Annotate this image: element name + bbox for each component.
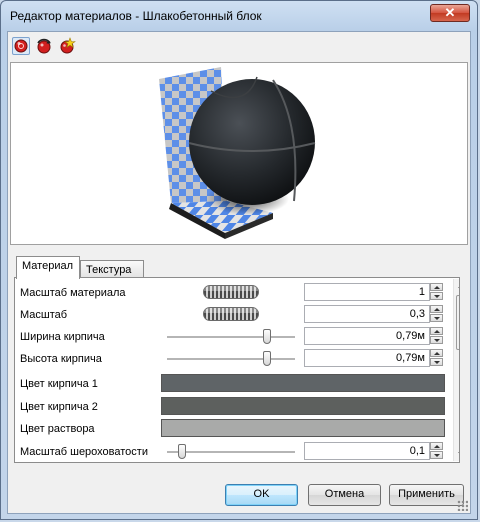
- brick-width-slider-thumb[interactable]: [262, 329, 271, 344]
- dialog-client-area: Материал Текстура Масштаб материала 1 Ма…: [7, 31, 471, 514]
- brick-height-input[interactable]: 0,79м: [304, 349, 430, 367]
- sphere-refresh-icon[interactable]: [35, 37, 53, 55]
- ok-button[interactable]: OK: [225, 484, 298, 506]
- roughness-scale-slider-track[interactable]: [167, 451, 295, 454]
- scroll-down-icon[interactable]: [458, 452, 459, 456]
- title-bar[interactable]: Редактор материалов - Шлакобетонный блок…: [1, 1, 477, 31]
- spin-down-icon[interactable]: [430, 292, 443, 300]
- brick-width-spinner[interactable]: [430, 327, 443, 345]
- scale-spinner[interactable]: [430, 305, 443, 323]
- sphere-red-icon[interactable]: [12, 37, 30, 55]
- spin-down-icon[interactable]: [430, 314, 443, 322]
- brick-color-2-row: Цвет кирпича 2: [15, 395, 453, 417]
- scale-input[interactable]: 0,3: [304, 305, 430, 323]
- spin-up-icon[interactable]: [430, 305, 443, 313]
- mortar-color-label: Цвет раствора: [20, 423, 95, 435]
- spin-down-icon[interactable]: [430, 336, 443, 344]
- roughness-scale-row: Масштаб шероховатости 0,1: [15, 440, 453, 462]
- brick-color-1-label: Цвет кирпича 1: [20, 378, 98, 390]
- material-scale-row: Масштаб материала 1: [15, 281, 453, 303]
- material-scale-label: Масштаб материала: [20, 287, 126, 299]
- spin-down-icon[interactable]: [430, 451, 443, 459]
- brick-color-2-swatch[interactable]: [161, 397, 445, 415]
- scale-row: Масштаб 0,3: [15, 303, 453, 325]
- material-scale-spinner[interactable]: [430, 283, 443, 301]
- tab-texture[interactable]: Текстура: [80, 260, 144, 278]
- scrollbar-thumb[interactable]: [456, 295, 459, 350]
- spin-up-icon[interactable]: [430, 349, 443, 357]
- roughness-scale-value: 0,1: [409, 445, 425, 457]
- spin-up-icon[interactable]: [430, 283, 443, 291]
- scroll-up-icon[interactable]: [458, 284, 459, 288]
- brick-width-row: Ширина кирпича 0,79м: [15, 325, 453, 347]
- brick-height-value: 0,79м: [396, 352, 425, 364]
- material-properties-panel: Масштаб материала 1 Масштаб 0,3 Ширина к…: [14, 277, 460, 463]
- brick-color-1-row: Цвет кирпича 1: [15, 372, 453, 394]
- scale-jog-wheel[interactable]: [203, 307, 259, 321]
- mortar-color-swatch[interactable]: [161, 419, 445, 437]
- roughness-scale-label: Масштаб шероховатости: [20, 446, 148, 458]
- roughness-scale-spinner[interactable]: [430, 442, 443, 460]
- brick-height-row: Высота кирпича 0,79м: [15, 347, 453, 369]
- close-icon: ✕: [444, 5, 456, 20]
- properties-scrollbar[interactable]: [453, 279, 459, 461]
- roughness-scale-input[interactable]: 0,1: [304, 442, 430, 460]
- brick-width-value: 0,79м: [396, 330, 425, 342]
- apply-button[interactable]: Применить: [389, 484, 464, 506]
- scale-label: Масштаб: [20, 309, 68, 321]
- brick-height-spinner[interactable]: [430, 349, 443, 367]
- material-editor-window: Редактор материалов - Шлакобетонный блок…: [0, 0, 478, 520]
- spin-up-icon[interactable]: [430, 327, 443, 335]
- window-title: Редактор материалов - Шлакобетонный блок: [10, 9, 262, 23]
- tab-material[interactable]: Материал: [16, 256, 80, 279]
- brick-width-slider-track[interactable]: [167, 336, 295, 339]
- material-preview: [10, 62, 468, 245]
- brick-width-input[interactable]: 0,79м: [304, 327, 430, 345]
- roughness-scale-slider-thumb[interactable]: [178, 444, 187, 459]
- scale-value: 0,3: [409, 308, 425, 320]
- spin-down-icon[interactable]: [430, 358, 443, 366]
- brick-height-slider-track[interactable]: [167, 358, 295, 361]
- spin-up-icon[interactable]: [430, 442, 443, 450]
- material-preview-render: [159, 67, 316, 239]
- material-scale-input[interactable]: 1: [304, 283, 430, 301]
- mortar-color-row: Цвет раствора: [15, 417, 453, 439]
- material-scale-value: 1: [418, 286, 425, 298]
- close-button[interactable]: ✕: [430, 4, 470, 22]
- cancel-button[interactable]: Отмена: [308, 484, 381, 506]
- brick-width-label: Ширина кирпича: [20, 331, 105, 343]
- brick-height-slider-thumb[interactable]: [262, 351, 271, 366]
- brick-height-label: Высота кирпича: [20, 353, 102, 365]
- material-scale-jog-wheel[interactable]: [203, 285, 259, 299]
- resize-grip-icon[interactable]: [457, 500, 468, 511]
- brick-color-1-swatch[interactable]: [161, 374, 445, 392]
- brick-color-2-label: Цвет кирпича 2: [20, 401, 98, 413]
- sphere-star-icon[interactable]: [58, 37, 76, 55]
